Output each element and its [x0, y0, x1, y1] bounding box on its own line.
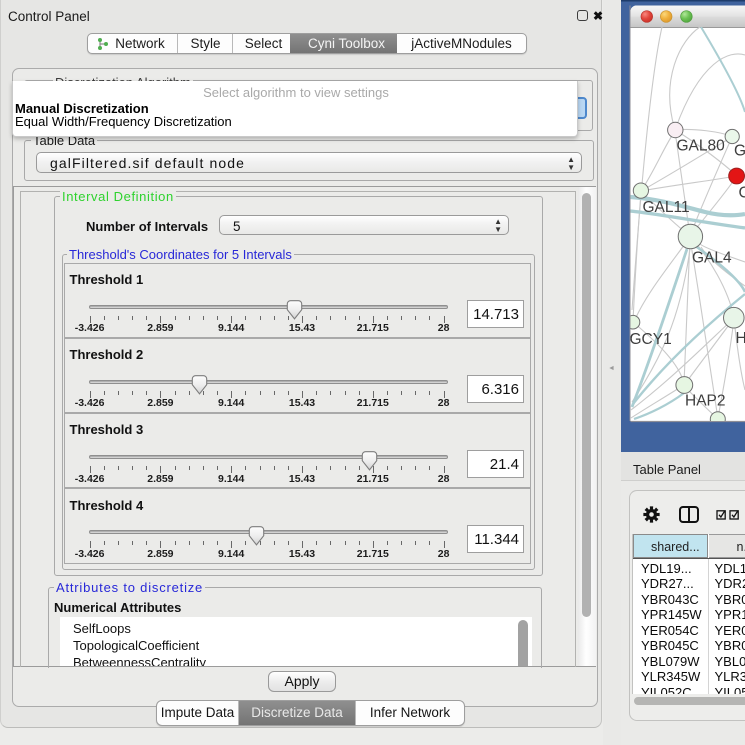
svg-text:CY: CY — [739, 185, 745, 202]
svg-text:HIS4: HIS4 — [736, 330, 745, 347]
svg-text:GAL4: GAL4 — [692, 250, 732, 267]
svg-text:GAL7: GAL7 — [734, 143, 745, 160]
svg-text:GAL11: GAL11 — [643, 199, 690, 216]
svg-text:HAP2: HAP2 — [685, 393, 726, 410]
svg-text:GCY1: GCY1 — [630, 331, 672, 348]
svg-text:GAL80: GAL80 — [677, 138, 726, 155]
